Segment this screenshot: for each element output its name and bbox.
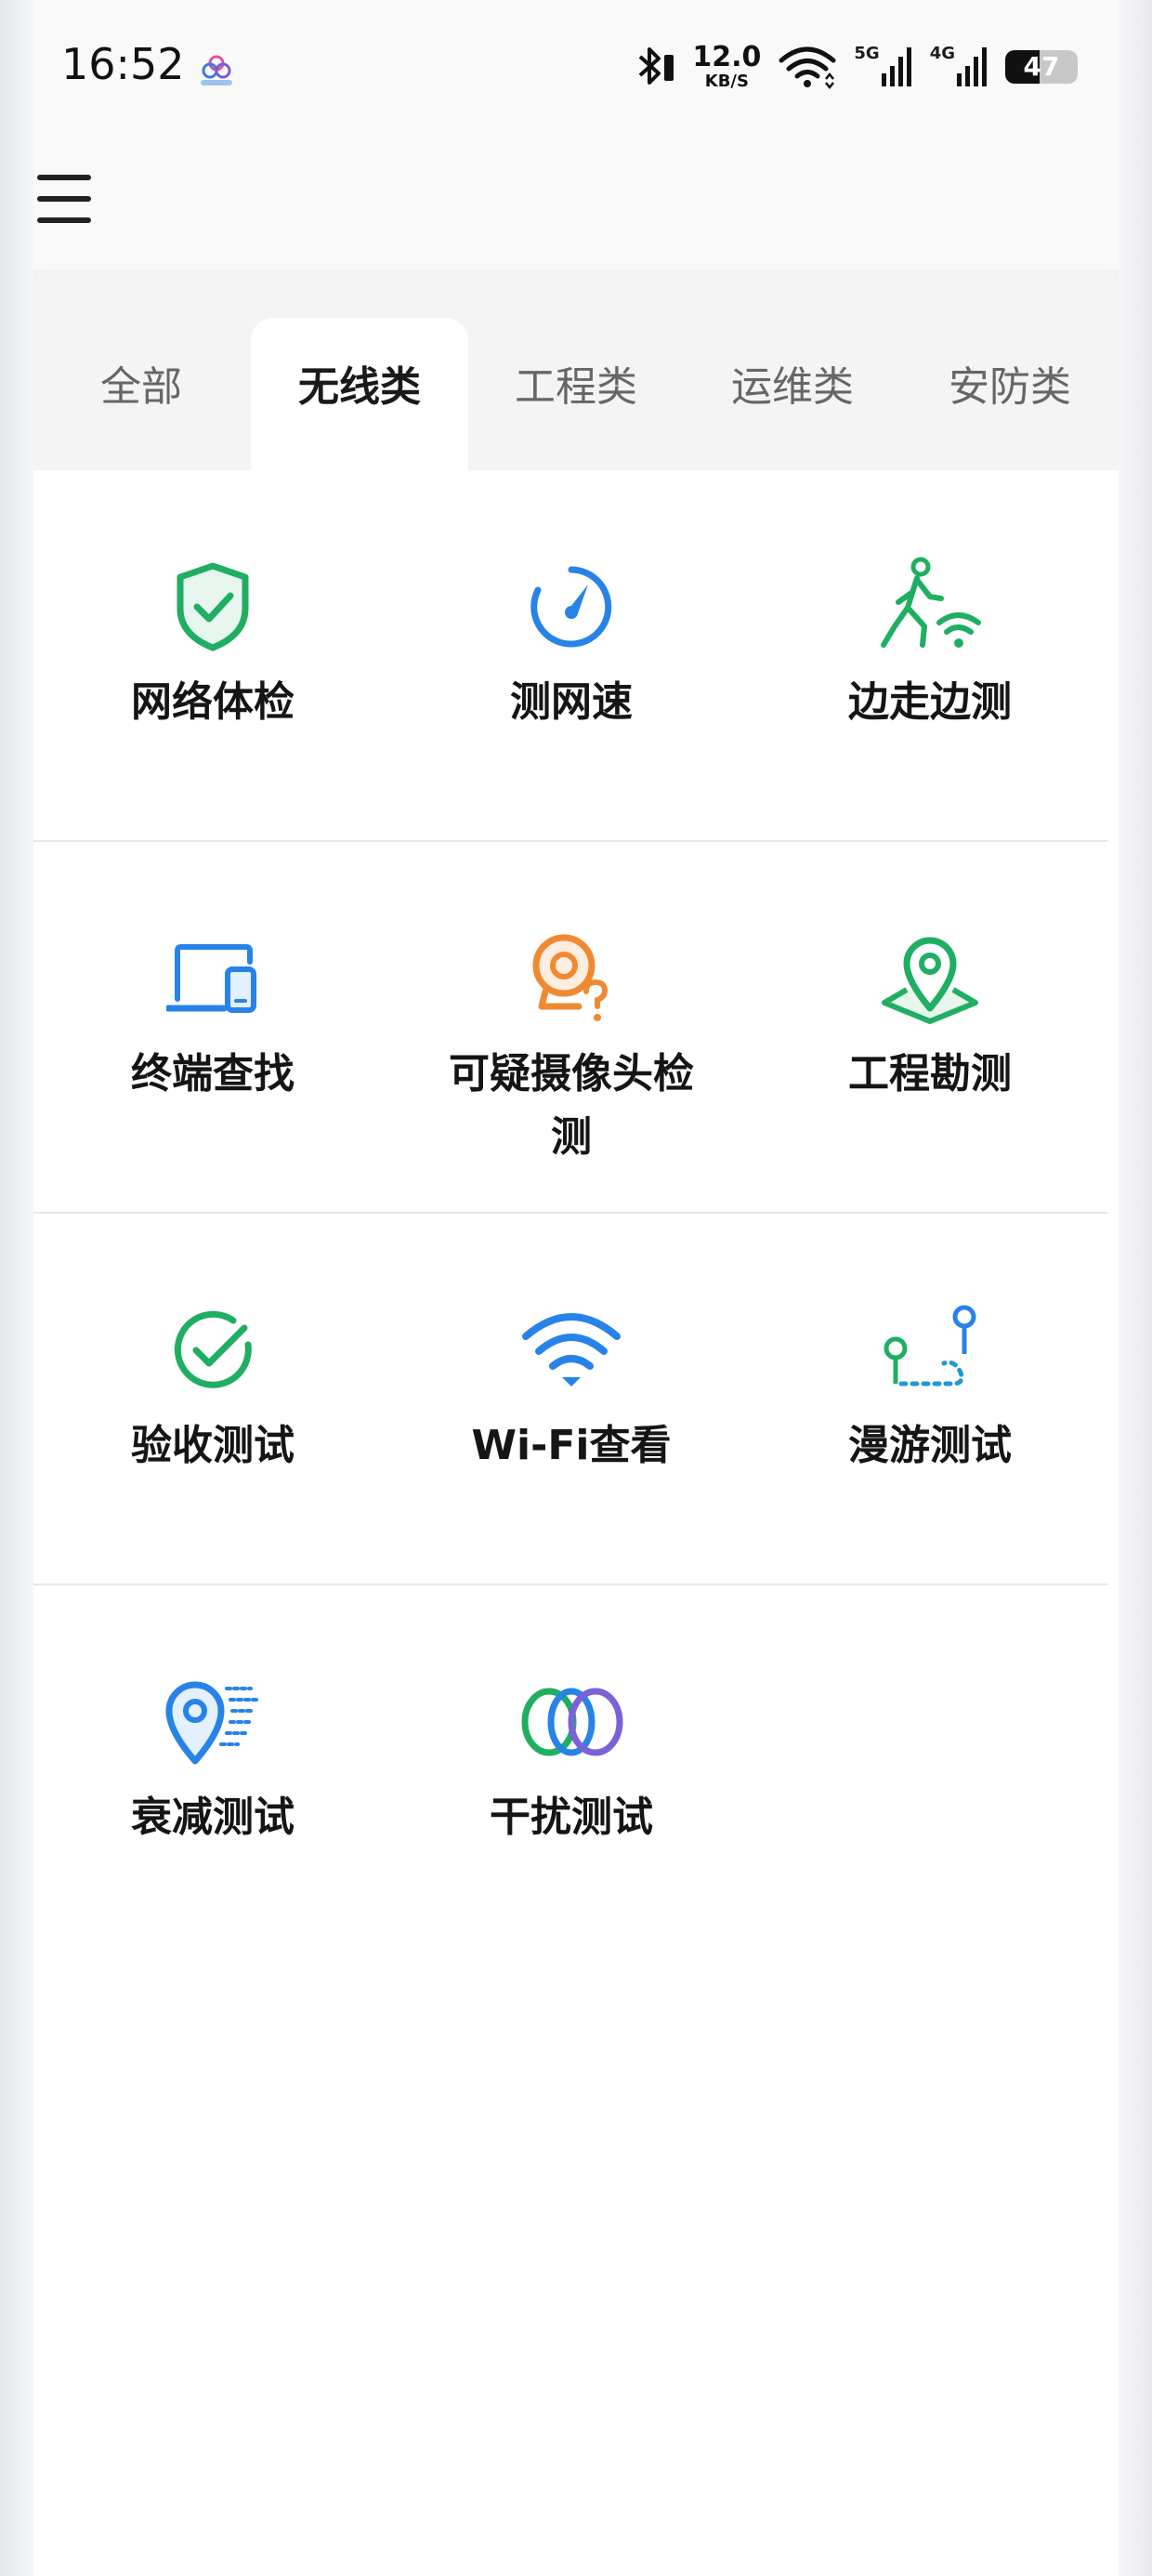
status-bar: 16:52 12.0 KB/S 5G 4G 47 — [0, 0, 1152, 102]
sim2-signal: 4G — [929, 44, 988, 88]
wifi-signal-icon — [522, 1313, 621, 1387]
tool-label: Wi-Fi查看 — [471, 1422, 672, 1469]
tool-wifi-view[interactable]: Wi-Fi查看 — [392, 1214, 751, 1585]
bluetooth-icon — [639, 47, 674, 85]
status-icons: 12.0 KB/S 5G 4G 47 — [635, 41, 1078, 93]
tool-walk-test[interactable]: 边走边测 — [751, 470, 1109, 842]
tab-operations[interactable]: 运维类 — [684, 318, 901, 470]
battery-indicator: 47 — [1005, 50, 1078, 84]
tool-interference-test[interactable]: 干扰测试 — [392, 1585, 751, 1957]
tool-roaming-test[interactable]: 漫游测试 — [751, 1214, 1109, 1585]
tool-label: 漫游测试 — [848, 1422, 1012, 1469]
menu-line — [37, 175, 91, 180]
check-circle-icon — [174, 1310, 252, 1388]
devices-icon — [166, 944, 256, 1013]
tool-label: 边走边测 — [848, 678, 1012, 726]
sim1-signal: 5G — [854, 44, 912, 88]
tool-label: 工程勘测 — [848, 1050, 1012, 1097]
tool-label: 衰减测试 — [131, 1794, 295, 1841]
hamburger-menu-icon[interactable] — [37, 175, 91, 223]
tool-label: 测网速 — [510, 678, 633, 726]
tool-terminal-finder[interactable]: 终端查找 — [33, 842, 392, 1214]
battery-level: 47 — [1023, 51, 1060, 82]
tool-speed-test[interactable]: 测网速 — [392, 470, 751, 842]
tool-grid: 网络体检 测网速 边走边测 终端查找 可疑摄像头检测 工程勘测 验收测试 Wi-… — [33, 470, 1119, 2576]
menu-line — [37, 217, 91, 223]
tool-site-survey[interactable]: 工程勘测 — [751, 842, 1109, 1214]
right-edge-shadow — [1119, 0, 1152, 2576]
wifi-icon — [779, 46, 836, 90]
sim1-label: 5G — [854, 44, 880, 63]
left-edge-shadow — [0, 0, 33, 2576]
net-speed-unit: KB/S — [704, 72, 749, 91]
menu-line — [37, 196, 91, 202]
interference-rings-icon — [521, 1688, 623, 1756]
status-time: 16:52 — [61, 39, 185, 89]
tool-hidden-camera-detect[interactable]: 可疑摄像头检测 — [392, 842, 751, 1214]
multicolor-circles-app-icon — [201, 55, 232, 85]
tool-label: 干扰测试 — [490, 1794, 653, 1841]
category-tabs: 全部 无线类 工程类 运维类 安防类 — [33, 269, 1119, 470]
signal-bars-icon — [881, 47, 911, 86]
tool-label: 验收测试 — [131, 1422, 295, 1469]
tool-attenuation-test[interactable]: 衰减测试 — [33, 1585, 392, 1957]
net-speed-value: 12.0 — [692, 41, 762, 73]
speedometer-icon — [530, 566, 612, 648]
sim2-label: 4G — [929, 44, 955, 63]
roaming-path-icon — [884, 1305, 976, 1387]
tab-engineering[interactable]: 工程类 — [468, 318, 684, 470]
tool-network-checkup[interactable]: 网络体检 — [33, 470, 392, 842]
camera-question-icon — [532, 934, 609, 1021]
pin-attenuation-icon — [165, 1681, 260, 1765]
tool-acceptance-test[interactable]: 验收测试 — [33, 1214, 392, 1585]
net-speed: 12.0 KB/S — [692, 44, 761, 90]
map-pin-area-icon — [882, 937, 978, 1024]
tab-all[interactable]: 全部 — [33, 318, 249, 470]
tab-wireless[interactable]: 无线类 — [251, 318, 468, 470]
walking-wifi-icon — [881, 557, 981, 648]
tool-label: 可疑摄像头检测 — [449, 1050, 694, 1161]
tool-label: 终端查找 — [131, 1050, 295, 1097]
tool-label: 网络体检 — [131, 678, 295, 726]
signal-bars-icon — [957, 47, 987, 86]
shield-check-icon — [177, 562, 249, 651]
tab-security[interactable]: 安防类 — [901, 318, 1119, 470]
